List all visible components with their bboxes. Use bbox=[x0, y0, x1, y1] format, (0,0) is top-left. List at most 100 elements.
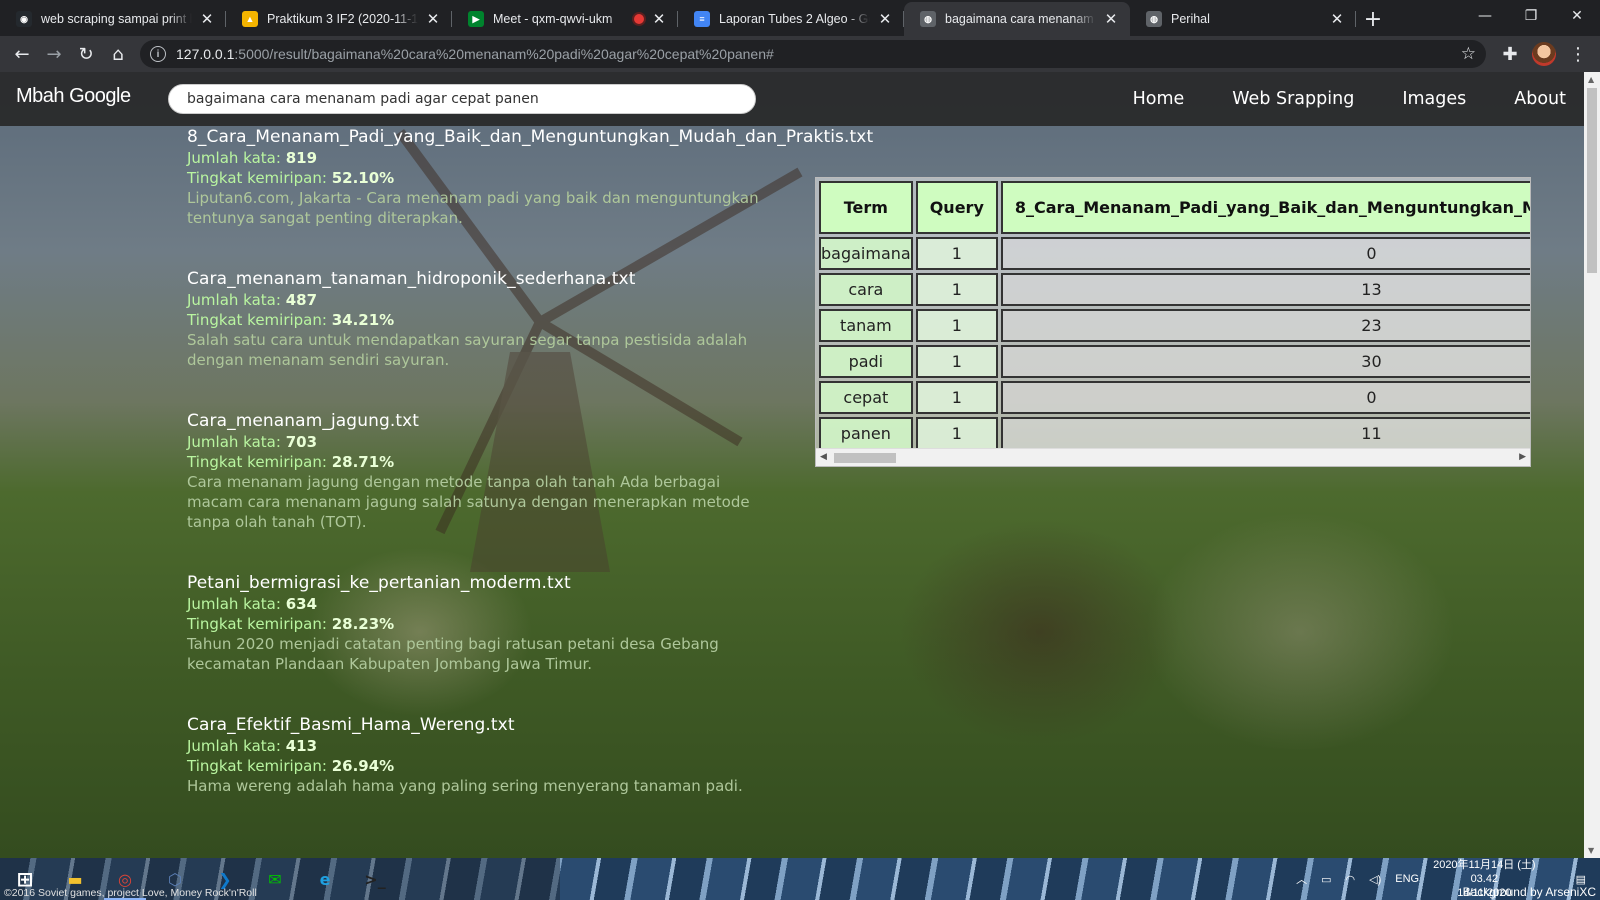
home-icon[interactable]: ⌂ bbox=[102, 38, 134, 70]
result-word-count: Jumlah kata: 819 bbox=[187, 149, 318, 167]
result-item: Cara_menanam_jagung.txt Jumlah kata: 703 T… bbox=[187, 410, 787, 532]
tray-overflow-icon[interactable]: ︿ bbox=[1296, 871, 1307, 887]
result-similarity: Tingkat kemiripan: 52.10% bbox=[187, 169, 395, 187]
table-row: cara 1 13 bbox=[819, 273, 1530, 306]
language-indicator[interactable]: ENG bbox=[1395, 873, 1419, 885]
menu-kebab-icon[interactable]: ⋮ bbox=[1562, 38, 1594, 70]
browser-tab-strip: ◉ web scraping sampai print ha ✕ ▲ Praktikum… bbox=[0, 0, 1600, 36]
terminal-icon[interactable]: >_ bbox=[350, 858, 400, 900]
result-similarity: Tingkat kemiripan: 26.94% bbox=[187, 757, 395, 775]
cell-term: cepat bbox=[819, 381, 913, 414]
result-filename-link[interactable]: Petani_bermigrasi_ke_pertanian_moderm.tx… bbox=[187, 572, 787, 594]
close-tab-icon[interactable]: ✕ bbox=[1102, 10, 1120, 28]
result-filename-link[interactable]: 8_Cara_Menanam_Padi_yang_Baik_dan_Mengun… bbox=[187, 126, 873, 148]
tab-title: bagaimana cara menanam pa bbox=[945, 12, 1096, 26]
cell-query: 1 bbox=[915, 345, 998, 378]
url-host: 127.0.0.1 bbox=[176, 46, 235, 62]
result-snippet: Hama wereng adalah hama yang paling seri… bbox=[187, 777, 743, 795]
table-header-row: Term Query 8_Cara_Menanam_Padi_yang_Baik… bbox=[819, 181, 1530, 234]
close-tab-icon[interactable]: ✕ bbox=[198, 10, 216, 28]
new-tab-button[interactable]: + bbox=[1356, 2, 1390, 36]
cell-document-count: 13 bbox=[1000, 273, 1530, 306]
browser-tab[interactable]: ▶ Meet - qxm-qwvi-ukm ✕ bbox=[452, 2, 678, 36]
battery-icon[interactable]: ▭ bbox=[1321, 873, 1331, 886]
close-tab-icon[interactable]: ✕ bbox=[424, 10, 442, 28]
terminal-icon-glyph: >_ bbox=[364, 869, 386, 889]
result-item: Cara_Efektif_Basmi_Hama_Wereng.txt Jumlah… bbox=[187, 714, 787, 796]
cell-term: panen bbox=[819, 417, 913, 448]
docs-icon: ≡ bbox=[694, 11, 710, 27]
wallpaper-credit: ©2016 Soviet games, project Love, Money … bbox=[4, 887, 257, 899]
browser-tab[interactable]: ▲ Praktikum 3 IF2 (2020-11-13 ✕ bbox=[226, 2, 452, 36]
browser-toolbar: ← → ↻ ⌂ i 127.0.0.1:5000/result/bagaiman… bbox=[0, 36, 1600, 72]
browser-tab[interactable]: ◍ Perihal ✕ bbox=[1130, 2, 1356, 36]
search-input[interactable] bbox=[168, 84, 756, 114]
menu-home-link[interactable]: Home bbox=[1133, 89, 1185, 109]
result-filename-link[interactable]: Cara_Efektif_Basmi_Hama_Wereng.txt bbox=[187, 714, 787, 736]
table-row: bagaimana 1 0 bbox=[819, 237, 1530, 270]
browser-tab[interactable]: ≡ Laporan Tubes 2 Algeo - Goo ✕ bbox=[678, 2, 904, 36]
result-similarity: Tingkat kemiripan: 34.21% bbox=[187, 311, 395, 329]
scrollbar-thumb[interactable] bbox=[834, 453, 896, 463]
cell-query: 1 bbox=[915, 273, 998, 306]
close-tab-icon[interactable]: ✕ bbox=[876, 10, 894, 28]
scroll-right-icon[interactable]: ▶ bbox=[1519, 452, 1526, 462]
cell-term: tanam bbox=[819, 309, 913, 342]
cell-document-count: 11 bbox=[1000, 417, 1530, 448]
result-word-count: Jumlah kata: 413 bbox=[187, 737, 318, 755]
close-tab-icon[interactable]: ✕ bbox=[1328, 10, 1346, 28]
cell-query: 1 bbox=[915, 381, 998, 414]
address-bar[interactable]: i 127.0.0.1:5000/result/bagaimana%20cara… bbox=[140, 40, 1486, 68]
close-tab-icon[interactable]: ✕ bbox=[650, 10, 668, 28]
drive-icon: ▲ bbox=[242, 11, 258, 27]
restore-icon[interactable]: ❐ bbox=[1508, 0, 1554, 32]
term-frequency-table-panel: Term Query 8_Cara_Menanam_Padi_yang_Baik… bbox=[815, 177, 1531, 467]
site-logo[interactable]: Mbah Google bbox=[16, 85, 131, 108]
tab-title: web scraping sampai print ha bbox=[41, 12, 192, 26]
github-icon: ◉ bbox=[16, 11, 32, 27]
result-similarity: Tingkat kemiripan: 28.23% bbox=[187, 615, 395, 633]
extensions-icon[interactable]: ✚ bbox=[1494, 38, 1526, 70]
menu-images-link[interactable]: Images bbox=[1402, 89, 1466, 109]
volume-icon[interactable]: ◁) bbox=[1369, 873, 1381, 886]
table-row: cepat 1 0 bbox=[819, 381, 1530, 414]
scroll-up-icon[interactable]: ▲ bbox=[1588, 75, 1594, 84]
scroll-left-icon[interactable]: ◀ bbox=[820, 452, 827, 462]
line-icon[interactable]: ✉ bbox=[250, 858, 300, 900]
page-vertical-scrollbar[interactable]: ▲ ▼ bbox=[1584, 72, 1600, 858]
scroll-down-icon[interactable]: ▼ bbox=[1588, 846, 1594, 855]
cell-term: cara bbox=[819, 273, 913, 306]
browser-tab[interactable]: ◉ web scraping sampai print ha ✕ bbox=[0, 2, 226, 36]
result-filename-link[interactable]: Cara_menanam_tanaman_hidroponik_sederhan… bbox=[187, 268, 787, 290]
minimize-icon[interactable]: — bbox=[1462, 0, 1508, 32]
globe-icon: ◍ bbox=[920, 11, 936, 27]
reload-icon[interactable]: ↻ bbox=[70, 38, 102, 70]
header-term: Term bbox=[819, 181, 913, 234]
term-table-scroll-area[interactable]: Term Query 8_Cara_Menanam_Padi_yang_Baik… bbox=[816, 178, 1530, 448]
web-page: Mbah Google Home Web Srapping Images Abo… bbox=[0, 72, 1584, 858]
site-menu: Home Web Srapping Images About bbox=[1133, 72, 1584, 126]
cell-term: padi bbox=[819, 345, 913, 378]
menu-web-scrapping-link[interactable]: Web Srapping bbox=[1232, 89, 1354, 109]
browser-tab[interactable]: ◍ bagaimana cara menanam pa ✕ bbox=[904, 2, 1130, 36]
background-credit: Background by ArseniXC bbox=[1462, 885, 1596, 899]
clock-time: 03.42 bbox=[1470, 873, 1499, 885]
cell-document-count: 0 bbox=[1000, 381, 1530, 414]
edge-icon[interactable]: e bbox=[300, 858, 350, 900]
profile-avatar[interactable] bbox=[1532, 42, 1556, 66]
cell-query: 1 bbox=[915, 417, 998, 448]
forward-icon[interactable]: → bbox=[38, 38, 70, 70]
notification-icon[interactable]: ▤ bbox=[1576, 873, 1586, 886]
back-icon[interactable]: ← bbox=[6, 38, 38, 70]
result-snippet: Liputan6.com, Jakarta - Cara menanam pad… bbox=[187, 189, 759, 227]
result-word-count: Jumlah kata: 703 bbox=[187, 433, 318, 451]
table-horizontal-scrollbar[interactable]: ◀ ▶ bbox=[816, 448, 1530, 466]
page-scrollbar-thumb[interactable] bbox=[1587, 88, 1597, 273]
bookmark-star-icon[interactable]: ☆ bbox=[1461, 44, 1476, 64]
cell-query: 1 bbox=[915, 237, 998, 270]
menu-about-link[interactable]: About bbox=[1514, 89, 1566, 109]
result-filename-link[interactable]: Cara_menanam_jagung.txt bbox=[187, 410, 787, 432]
wifi-icon[interactable]: ◠ bbox=[1346, 873, 1356, 886]
close-window-icon[interactable]: ✕ bbox=[1554, 0, 1600, 32]
site-info-icon[interactable]: i bbox=[150, 46, 166, 62]
